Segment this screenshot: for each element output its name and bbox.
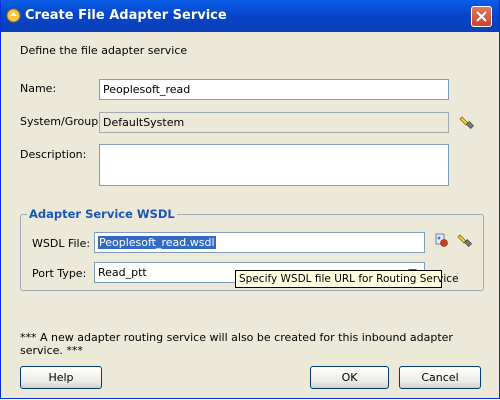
dialog-window: Create File Adapter Service Define the f… <box>0 0 500 399</box>
port-type-value: Read_ptt <box>98 266 147 279</box>
routing-note: *** A new adapter routing service will a… <box>20 331 453 357</box>
service-explorer-icon[interactable] <box>434 232 450 248</box>
wsdl-file-value: Peoplesoft_read.wsdl <box>98 236 216 249</box>
system-group-field[interactable]: DefaultSystem <box>99 112 449 133</box>
window-title: Create File Adapter Service <box>25 8 227 23</box>
tooltip: Specify WSDL file URL for Routing Servic… <box>235 270 459 288</box>
port-type-label: Port Type: <box>32 267 87 280</box>
close-button[interactable] <box>471 6 492 27</box>
wsdl-group-title: Adapter Service WSDL <box>27 207 177 221</box>
flashlight-icon[interactable] <box>459 114 475 130</box>
system-group-label: System/Group: <box>20 115 102 128</box>
intro-text: Define the file adapter service <box>20 44 188 57</box>
title-bar: Create File Adapter Service <box>1 0 499 32</box>
app-icon <box>6 8 21 23</box>
description-label: Description: <box>20 148 87 161</box>
flashlight-icon[interactable] <box>457 232 473 248</box>
wsdl-file-field[interactable]: Peoplesoft_read.wsdl <box>94 232 425 253</box>
name-field[interactable]: Peoplesoft_read <box>99 79 449 100</box>
wsdl-file-label: WSDL File: <box>32 237 91 250</box>
cancel-button[interactable]: Cancel <box>399 366 481 389</box>
help-button[interactable]: Help <box>20 366 102 389</box>
ok-button[interactable]: OK <box>310 366 389 389</box>
description-field[interactable] <box>99 144 449 186</box>
name-label: Name: <box>20 82 57 95</box>
close-icon <box>476 11 487 22</box>
